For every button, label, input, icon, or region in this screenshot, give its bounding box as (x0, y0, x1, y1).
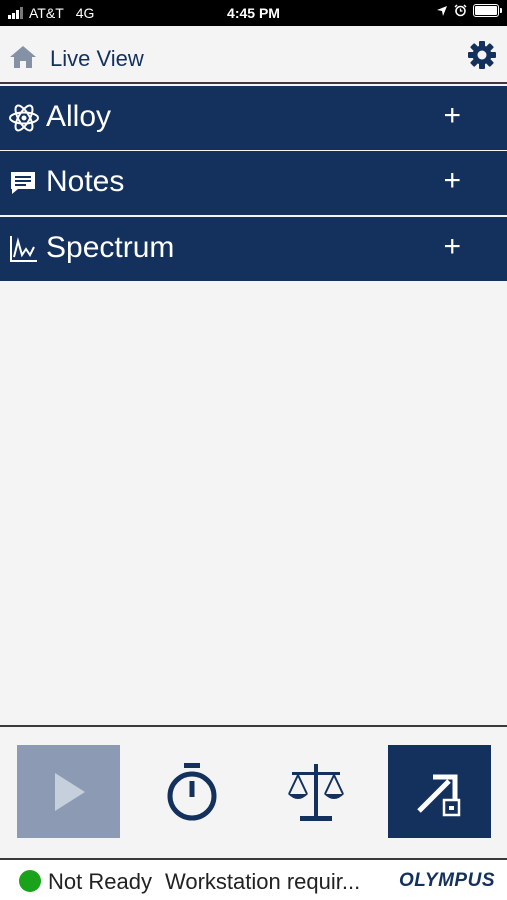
atom-icon (9, 104, 39, 132)
balance-button[interactable] (264, 745, 367, 838)
play-icon (54, 772, 85, 811)
timer-button[interactable] (140, 745, 243, 838)
section-alloy-label: Alloy (46, 100, 112, 133)
brand-logo: OLYMPUS (398, 870, 495, 891)
section-spectrum-label: Spectrum (46, 231, 175, 264)
bottom-toolbar (0, 725, 507, 858)
expand-notes-icon[interactable]: + (443, 163, 461, 199)
stopwatch-icon (167, 762, 216, 820)
status-indicator-dot (19, 870, 41, 892)
alarm-icon (454, 4, 467, 17)
play-button[interactable] (17, 745, 120, 838)
section-notes[interactable]: Notes + (0, 151, 507, 215)
location-icon (437, 5, 447, 16)
spectrum-icon (10, 236, 37, 262)
status-message: Workstation requir... (165, 869, 361, 894)
home-icon (10, 46, 36, 68)
settings-button[interactable] (467, 40, 497, 70)
section-alloy[interactable]: Alloy + (0, 86, 507, 150)
export-button[interactable] (388, 745, 491, 838)
page-title: Live View (50, 46, 144, 71)
battery-icon (473, 4, 502, 17)
status-right (436, 4, 502, 17)
expand-alloy-icon[interactable]: + (443, 98, 461, 134)
status-time: 4:45 PM (227, 5, 280, 21)
status-bar: AT&T 4G 4:45 PM (0, 0, 507, 26)
device-status: Not Ready (48, 869, 152, 894)
section-spectrum[interactable]: Spectrum + (0, 217, 507, 281)
status-footer: Not Ready Workstation requir... OLYMPUS (0, 858, 507, 900)
app-header: Live View (0, 26, 507, 84)
home-button[interactable] (8, 44, 38, 70)
note-icon (11, 172, 35, 194)
expand-spectrum-icon[interactable]: + (443, 229, 461, 265)
scale-icon (287, 763, 344, 821)
gear-icon (468, 41, 496, 69)
export-icon (416, 774, 460, 816)
section-notes-label: Notes (46, 165, 125, 198)
